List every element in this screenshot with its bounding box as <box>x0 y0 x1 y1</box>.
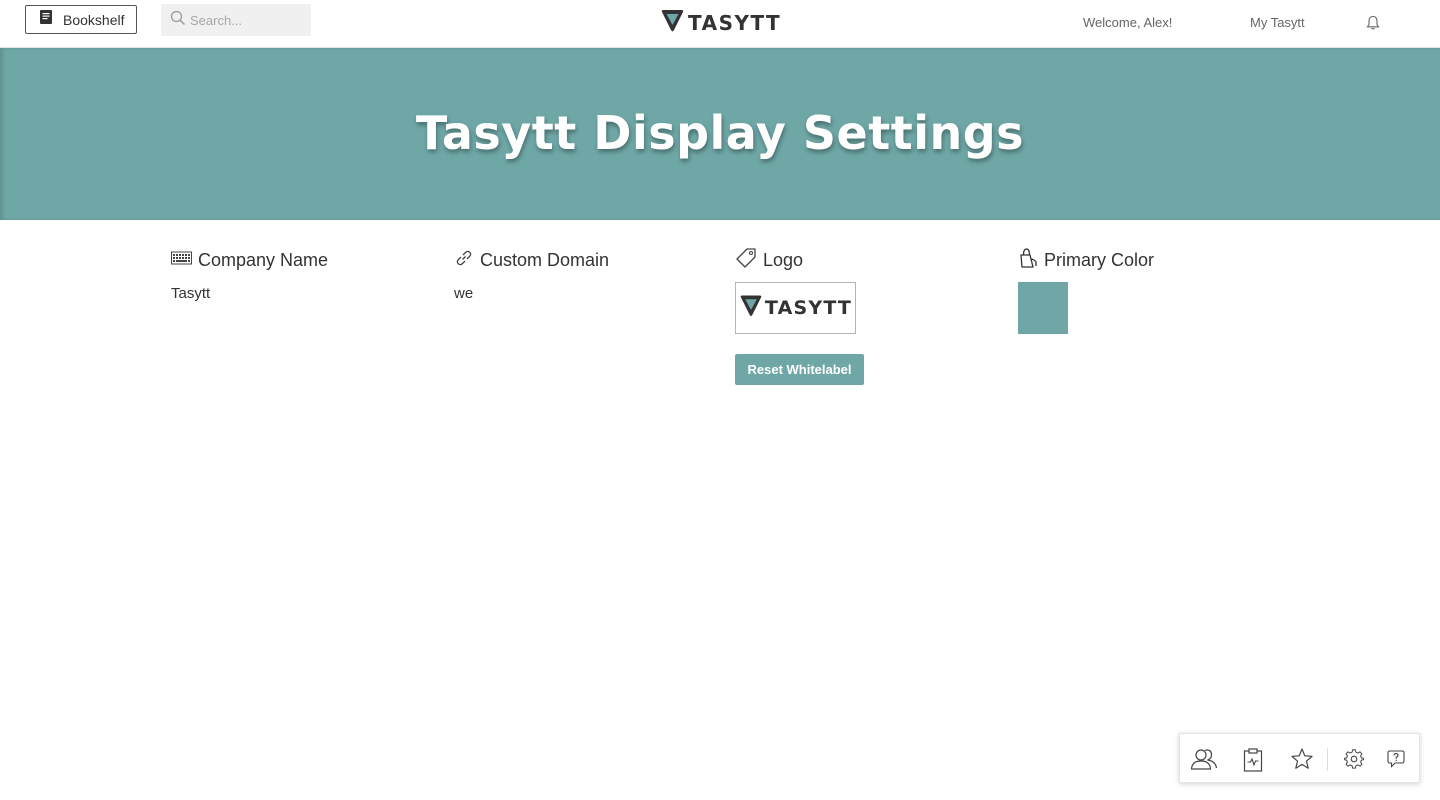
quick-actions-dock <box>1179 733 1420 783</box>
bookshelf-label: Bookshelf <box>63 11 125 28</box>
custom-domain-value: we <box>454 285 474 302</box>
gear-icon[interactable] <box>1343 749 1365 774</box>
bookshelf-button[interactable]: Bookshelf <box>25 5 137 34</box>
top-navigation-bar: Bookshelf TASYTT Welcome, Alex! My Tasyt… <box>0 0 1440 48</box>
logo-label: Logo <box>763 249 804 270</box>
company-name-value: Tasytt <box>171 285 211 302</box>
users-icon[interactable] <box>1190 747 1218 776</box>
brand-logo[interactable]: TASYTT <box>660 9 782 38</box>
clipboard-activity-icon[interactable] <box>1242 747 1264 778</box>
bell-icon[interactable] <box>1366 15 1380 36</box>
help-bubble-icon[interactable] <box>1387 749 1405 774</box>
reset-whitelabel-button[interactable]: Reset Whitelabel <box>735 354 864 385</box>
custom-domain-header: Custom Domain <box>454 247 714 273</box>
company-name-label: Company Name <box>198 249 329 270</box>
keyboard-icon <box>171 251 192 270</box>
company-name-header: Company Name <box>171 247 431 273</box>
book-icon <box>38 9 54 30</box>
brand-shield-icon <box>660 9 685 38</box>
tag-icon <box>735 247 757 274</box>
welcome-text: Welcome, Alex! <box>1083 15 1173 30</box>
logo-header: Logo <box>735 247 995 273</box>
logo-shield-icon <box>739 294 763 323</box>
custom-domain-section: Custom Domain we <box>454 247 714 303</box>
custom-domain-label: Custom Domain <box>480 249 610 270</box>
my-tasytt-link[interactable]: My Tasytt <box>1250 15 1305 30</box>
logo-section: Logo TASYTT Reset Whitelabel <box>735 247 995 385</box>
logo-preview-text: TASYTT <box>764 297 853 319</box>
page-title: Tasytt Display Settings <box>415 106 1025 160</box>
search-icon <box>170 10 186 31</box>
primary-color-section: Primary Color <box>1018 247 1278 334</box>
star-icon[interactable] <box>1290 747 1314 776</box>
search-box[interactable] <box>161 4 311 36</box>
dock-divider <box>1327 748 1328 771</box>
paint-bucket-icon <box>1018 247 1038 274</box>
link-icon <box>454 248 474 273</box>
primary-color-header: Primary Color <box>1018 247 1278 273</box>
company-name-section: Company Name Tasytt <box>171 247 431 302</box>
search-input[interactable] <box>190 12 308 28</box>
brand-name: TASYTT <box>688 11 782 35</box>
hero-banner: Tasytt Display Settings <box>0 48 1440 220</box>
primary-color-swatch[interactable] <box>1018 282 1068 334</box>
logo-preview: TASYTT <box>735 282 856 334</box>
primary-color-label: Primary Color <box>1044 249 1155 270</box>
